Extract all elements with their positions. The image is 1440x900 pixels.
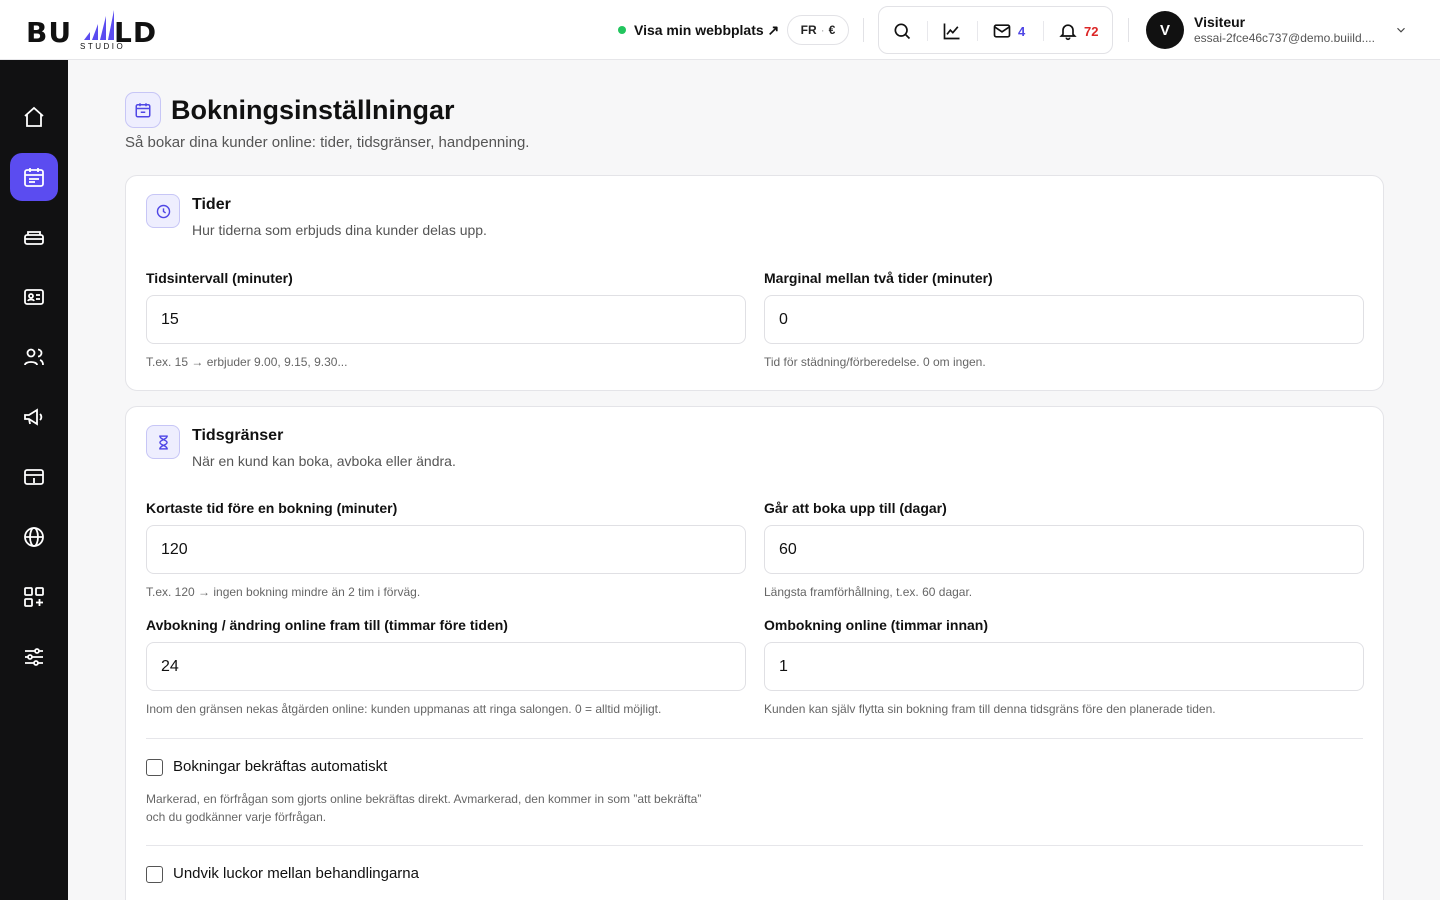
auto-confirm-help: Markerad, en förfrågan som gjorts online… bbox=[146, 792, 702, 824]
sidebar-item-services[interactable] bbox=[10, 213, 58, 261]
header-divider bbox=[863, 18, 864, 42]
avoid-gaps-checkbox[interactable] bbox=[146, 866, 163, 883]
calendar-icon bbox=[24, 168, 44, 187]
section-divider bbox=[146, 738, 1363, 739]
messages-button[interactable]: 4 bbox=[992, 19, 1025, 43]
contact-card-icon bbox=[24, 289, 44, 305]
interval-help: T.ex. 15 → erbjuder 9.00, 9.15, 9.30... bbox=[146, 355, 348, 369]
services-icon bbox=[24, 231, 44, 245]
view-site-link[interactable]: Visa min webbplats ↗ bbox=[618, 19, 779, 41]
margin-input[interactable] bbox=[764, 295, 1364, 344]
currency-symbol: € bbox=[828, 23, 836, 37]
user-name: Visiteur bbox=[1194, 14, 1246, 30]
sidebar-item-apps[interactable] bbox=[10, 573, 58, 621]
times-card-subtitle: Hur tiderna som erbjuds dina kunder dela… bbox=[192, 222, 487, 238]
min-notice-input[interactable] bbox=[146, 525, 746, 574]
rebook-limit-help: Kunden kan själv flytta sin bokning fram… bbox=[764, 702, 1216, 716]
max-advance-input[interactable] bbox=[764, 525, 1364, 574]
page-title-icon bbox=[125, 92, 161, 128]
limits-card-title: Tidsgränser bbox=[192, 427, 284, 444]
top-bar: BU LD STUDIO Visa min webbplats ↗ FR · € bbox=[0, 0, 1440, 60]
home-icon bbox=[24, 106, 44, 127]
pill-separator: · bbox=[820, 23, 825, 37]
calendar-icon bbox=[135, 103, 151, 118]
min-notice-label: Kortaste tid före en bokning (minuter) bbox=[146, 500, 398, 516]
section-divider bbox=[146, 845, 1363, 846]
sidebar-item-contacts[interactable] bbox=[10, 273, 58, 321]
analytics-button[interactable] bbox=[942, 19, 962, 43]
times-card: Tider Hur tiderna som erbjuds dina kunde… bbox=[125, 175, 1384, 391]
sidebar-item-calendar[interactable] bbox=[10, 153, 58, 201]
limits-card-subtitle: När en kund kan boka, avboka eller ändra… bbox=[192, 453, 456, 469]
sidebar-item-payments[interactable] bbox=[10, 453, 58, 501]
rebook-limit-label: Ombokning online (timmar innan) bbox=[764, 617, 988, 633]
avatar: V bbox=[1146, 11, 1184, 49]
limits-card: Tidsgränser När en kund kan boka, avboka… bbox=[125, 406, 1384, 900]
auto-confirm-checkbox[interactable] bbox=[146, 759, 163, 776]
notification-count-badge: 72 bbox=[1084, 23, 1099, 39]
min-notice-help: T.ex. 120 → ingen bokning mindre än 2 ti… bbox=[146, 585, 421, 599]
avoid-gaps-label[interactable]: Undvik luckor mellan behandlingarna bbox=[173, 865, 419, 882]
page-subtitle: Så bokar dina kunder online: tider, tids… bbox=[125, 134, 530, 151]
cancel-limit-label: Avbokning / ändring online fram till (ti… bbox=[146, 617, 508, 633]
header-tools: 4 72 bbox=[878, 6, 1113, 54]
logo-subtitle: STUDIO bbox=[80, 42, 126, 51]
clock-icon bbox=[156, 204, 170, 218]
mail-count-badge: 4 bbox=[1018, 23, 1026, 39]
times-card-title: Tider bbox=[192, 196, 231, 213]
brand-logo[interactable]: BU LD STUDIO bbox=[26, 8, 182, 52]
mail-icon bbox=[993, 24, 1011, 38]
tool-divider bbox=[1043, 21, 1044, 41]
sidebar-item-home[interactable] bbox=[10, 93, 58, 141]
interval-input[interactable] bbox=[146, 295, 746, 344]
sidebar-item-settings[interactable] bbox=[10, 633, 58, 681]
hourglass-icon bbox=[158, 434, 168, 450]
chart-line-icon bbox=[943, 23, 960, 40]
megaphone-icon bbox=[24, 408, 43, 426]
margin-help: Tid för städning/förberedelse. 0 om inge… bbox=[764, 355, 986, 369]
globe-icon bbox=[24, 527, 44, 547]
page-title: Bokningsinställningar bbox=[171, 95, 455, 125]
sliders-icon bbox=[25, 648, 43, 666]
max-advance-help: Längsta framförhållning, t.ex. 60 dagar. bbox=[764, 585, 973, 599]
interval-label: Tidsintervall (minuter) bbox=[146, 270, 293, 286]
times-card-icon bbox=[146, 194, 180, 228]
sidebar bbox=[0, 60, 68, 900]
search-icon bbox=[894, 23, 911, 40]
header-divider bbox=[1128, 18, 1129, 42]
auto-confirm-label[interactable]: Bokningar bekräftas automatiskt bbox=[173, 758, 387, 775]
sidebar-item-website[interactable] bbox=[10, 513, 58, 561]
user-menu[interactable]: V Visiteur essai-2fce46c737@demo.buiild.… bbox=[1146, 11, 1416, 49]
cancel-limit-help: Inom den gränsen nekas åtgärden online: … bbox=[146, 702, 662, 716]
users-icon bbox=[24, 348, 44, 366]
tool-divider bbox=[977, 21, 978, 41]
user-email: essai-2fce46c737@demo.buiild.... bbox=[1194, 31, 1375, 45]
rebook-limit-input[interactable] bbox=[764, 642, 1364, 691]
apps-icon bbox=[24, 587, 44, 607]
language-currency-selector[interactable]: FR · € bbox=[787, 15, 849, 45]
limits-card-icon bbox=[146, 425, 180, 459]
logo-bars-icon bbox=[84, 10, 114, 40]
logo-text-left: BU bbox=[26, 16, 73, 49]
logo-wordmark: BU LD bbox=[26, 16, 156, 49]
sidebar-item-marketing[interactable] bbox=[10, 393, 58, 441]
bell-icon bbox=[1059, 24, 1077, 41]
payment-icon bbox=[24, 469, 44, 485]
sidebar-item-clients[interactable] bbox=[10, 333, 58, 381]
notifications-button[interactable]: 72 bbox=[1058, 19, 1098, 43]
cancel-limit-input[interactable] bbox=[146, 642, 746, 691]
max-advance-label: Går att boka upp till (dagar) bbox=[764, 500, 947, 516]
margin-label: Marginal mellan två tider (minuter) bbox=[764, 270, 993, 286]
view-site-label: Visa min webbplats ↗ bbox=[634, 21, 780, 38]
language-code: FR bbox=[800, 23, 817, 37]
chevron-down-icon bbox=[1397, 27, 1405, 33]
search-button[interactable] bbox=[892, 19, 912, 43]
tool-divider bbox=[927, 21, 928, 41]
online-status-dot bbox=[618, 26, 626, 34]
